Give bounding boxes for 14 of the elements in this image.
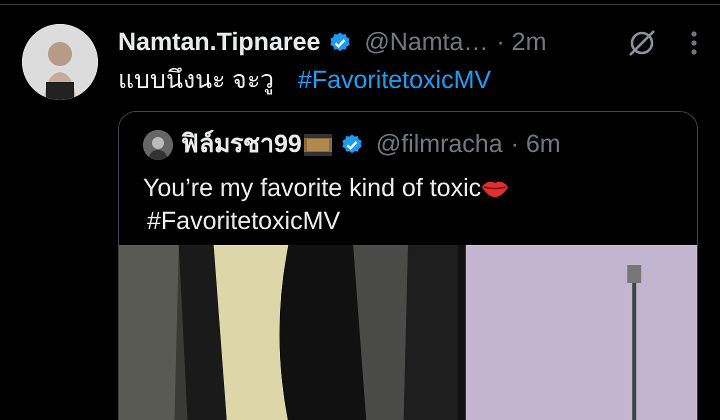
- post-text: แบบนึงนะ จะวู: [118, 64, 274, 96]
- author-name[interactable]: Namtan.Tipnaree: [118, 24, 320, 62]
- post-text: You’re my favorite kind of toxic: [143, 172, 482, 204]
- quoted-post-card[interactable]: ฟิล์มรชา99 @filmracha · 6m You’re my favorite kind of toxic #FavoritetoxicMV: [118, 111, 698, 420]
- hashtag-link[interactable]: #FavoritetoxicMV: [298, 62, 492, 99]
- author-name[interactable]: ฟิล์มรชา99: [181, 126, 302, 164]
- post-time: · 6m: [510, 129, 561, 160]
- more-icon[interactable]: [690, 30, 698, 56]
- post-time: · 2m: [496, 27, 546, 58]
- film-strip-icon: [304, 134, 332, 156]
- author-handle[interactable]: @filmracha: [376, 126, 503, 164]
- hashtag-link[interactable]: #FavoritetoxicMV: [147, 207, 340, 236]
- avatar[interactable]: [143, 130, 173, 160]
- author-handle[interactable]: @Namta…: [364, 24, 488, 62]
